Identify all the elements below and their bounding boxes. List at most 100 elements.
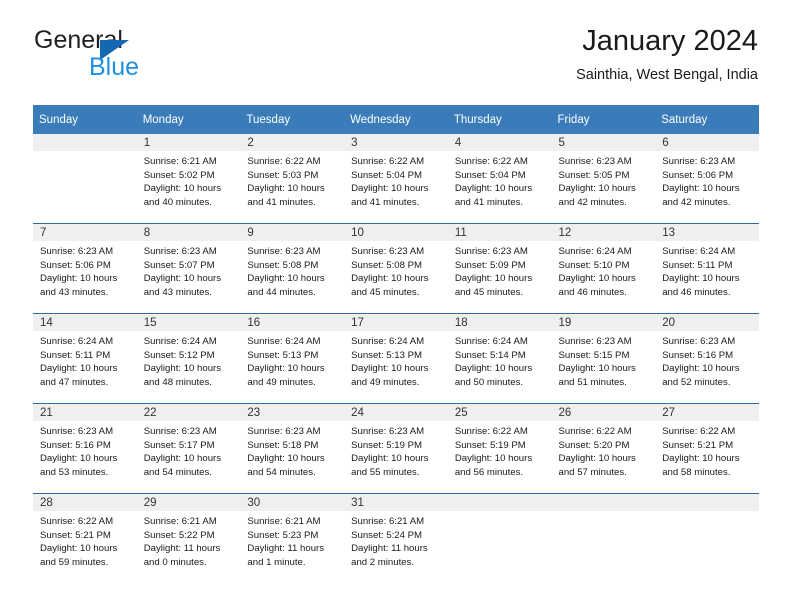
day-number: 4: [447, 134, 552, 151]
day-detail-line: Daylight: 10 hours: [662, 183, 740, 195]
calendar-day-cell[interactable]: 20 Sunrise: 6:23 AM Sunset: 5:16 PM Dayligh…: [655, 313, 759, 404]
calendar-day-cell[interactable]: 6 Sunrise: 6:23 AM Sunset: 5:06 PM Daylight…: [655, 134, 759, 224]
day-detail-line: Sunrise: 6:22 AM: [247, 156, 321, 167]
day-detail-line: and 54 minutes.: [143, 466, 212, 478]
day-detail-line: Daylight: 10 hours: [247, 363, 325, 375]
calendar-day-cell[interactable]: 23 Sunrise: 6:23 AM Sunset: 5:18 PM Dayligh…: [240, 403, 345, 494]
day-details: Sunrise: 6:23 AM Sunset: 5:17 PM Daylight:…: [137, 421, 241, 479]
calendar-day-cell[interactable]: 3 Sunrise: 6:22 AM Sunset: 5:04 PM Daylight…: [344, 134, 448, 224]
day-number: 3: [344, 134, 448, 151]
calendar-day-cell[interactable]: 14 Sunrise: 6:24 AM Sunset: 5:11 PM Dayligh…: [33, 313, 137, 404]
day-detail-line: Sunset: 5:13 PM: [351, 349, 423, 361]
calendar-day-cell[interactable]: 21 Sunrise: 6:23 AM Sunset: 5:16 PM Dayligh…: [33, 403, 137, 494]
calendar-empty-cell: [655, 493, 759, 583]
calendar-day-cell[interactable]: 1 Sunrise: 6:21 AM Sunset: 5:02 PM Daylight…: [136, 134, 241, 224]
day-detail-line: Sunset: 5:06 PM: [662, 169, 734, 181]
day-detail-line: and 0 minutes.: [143, 556, 207, 568]
calendar-day-cell[interactable]: 16 Sunrise: 6:24 AM Sunset: 5:13 PM Dayligh…: [240, 313, 345, 404]
weekday-header-sunday: Sunday: [33, 105, 137, 134]
day-detail-line: and 57 minutes.: [558, 466, 627, 478]
weekday-header-friday: Friday: [551, 105, 656, 134]
day-details: Sunrise: 6:24 AM Sunset: 5:13 PM Daylight:…: [344, 331, 448, 389]
calendar-day-cell[interactable]: 8 Sunrise: 6:23 AM Sunset: 5:07 PM Daylight…: [136, 223, 241, 314]
day-number: 10: [344, 224, 448, 241]
calendar-day-cell[interactable]: 22 Sunrise: 6:23 AM Sunset: 5:17 PM Dayligh…: [136, 403, 241, 494]
calendar-day-cell[interactable]: 26 Sunrise: 6:22 AM Sunset: 5:20 PM Dayligh…: [551, 403, 656, 494]
day-detail-line: Daylight: 10 hours: [454, 453, 533, 465]
calendar-day-cell[interactable]: 11 Sunrise: 6:23 AM Sunset: 5:09 PM Dayligh…: [447, 223, 552, 314]
calendar-day-cell[interactable]: 30 Sunrise: 6:21 AM Sunset: 5:23 PM Dayligh…: [240, 493, 345, 583]
day-detail-line: Sunset: 5:19 PM: [351, 439, 423, 451]
day-details: Sunrise: 6:23 AM Sunset: 5:05 PM Daylight:…: [552, 151, 656, 209]
day-detail-line: Sunset: 5:08 PM: [351, 259, 423, 271]
day-detail-line: Sunrise: 6:24 AM: [143, 336, 217, 347]
calendar-day-cell[interactable]: 24 Sunrise: 6:23 AM Sunset: 5:19 PM Dayligh…: [344, 403, 448, 494]
day-cell-body: [551, 494, 656, 583]
day-detail-line: Daylight: 10 hours: [454, 273, 533, 285]
day-detail-line: Daylight: 10 hours: [247, 453, 325, 465]
day-detail-line: Sunrise: 6:24 AM: [40, 336, 114, 347]
day-details: [33, 151, 137, 155]
day-detail-line: and 41 minutes.: [454, 196, 524, 208]
day-detail-line: Daylight: 10 hours: [143, 273, 222, 285]
day-detail-line: Sunrise: 6:23 AM: [143, 246, 217, 257]
calendar-day-cell[interactable]: 25 Sunrise: 6:22 AM Sunset: 5:19 PM Dayligh…: [447, 403, 552, 494]
day-detail-line: Sunrise: 6:21 AM: [143, 156, 217, 167]
calendar-day-cell[interactable]: 7 Sunrise: 6:23 AM Sunset: 5:06 PM Daylight…: [33, 223, 137, 314]
day-details: Sunrise: 6:21 AM Sunset: 5:24 PM Daylight:…: [344, 511, 448, 569]
day-cell-body: 18 Sunrise: 6:24 AM Sunset: 5:14 PM Dayligh…: [447, 314, 552, 403]
day-detail-line: and 49 minutes.: [247, 376, 316, 388]
calendar-day-cell[interactable]: 2 Sunrise: 6:22 AM Sunset: 5:03 PM Daylight…: [240, 134, 345, 224]
calendar-day-cell[interactable]: 9 Sunrise: 6:23 AM Sunset: 5:08 PM Daylight…: [240, 223, 345, 314]
day-details: Sunrise: 6:23 AM Sunset: 5:09 PM Daylight:…: [448, 241, 552, 299]
day-detail-line: Daylight: 10 hours: [40, 453, 118, 465]
general-blue-logo[interactable]: General Blue: [34, 26, 264, 88]
calendar-day-cell[interactable]: 4 Sunrise: 6:22 AM Sunset: 5:04 PM Daylight…: [447, 134, 552, 224]
day-detail-line: Sunset: 5:21 PM: [40, 529, 111, 541]
day-detail-line: Sunrise: 6:23 AM: [662, 156, 736, 167]
day-detail-line: Sunset: 5:17 PM: [143, 439, 215, 451]
calendar-empty-cell: [33, 134, 137, 224]
day-detail-line: Sunrise: 6:21 AM: [351, 516, 425, 527]
calendar-day-cell[interactable]: 15 Sunrise: 6:24 AM Sunset: 5:12 PM Dayligh…: [136, 313, 241, 404]
calendar-week-row: 21 Sunrise: 6:23 AM Sunset: 5:16 PM Dayligh…: [33, 403, 759, 494]
day-cell-body: 17 Sunrise: 6:24 AM Sunset: 5:13 PM Dayligh…: [344, 314, 448, 403]
day-cell-body: 29 Sunrise: 6:21 AM Sunset: 5:22 PM Dayligh…: [136, 494, 241, 583]
calendar-day-cell[interactable]: 17 Sunrise: 6:24 AM Sunset: 5:13 PM Dayligh…: [344, 313, 448, 404]
day-details: Sunrise: 6:21 AM Sunset: 5:22 PM Daylight:…: [137, 511, 241, 569]
day-detail-line: Sunset: 5:10 PM: [558, 259, 630, 271]
day-cell-body: [33, 134, 137, 223]
day-detail-line: and 48 minutes.: [143, 376, 212, 388]
calendar-week-row: 28 Sunrise: 6:22 AM Sunset: 5:21 PM Dayligh…: [33, 493, 759, 583]
day-detail-line: Sunset: 5:15 PM: [558, 349, 630, 361]
calendar-day-cell[interactable]: 27 Sunrise: 6:22 AM Sunset: 5:21 PM Dayligh…: [655, 403, 759, 494]
day-detail-line: Sunrise: 6:24 AM: [662, 246, 736, 257]
day-cell-body: 10 Sunrise: 6:23 AM Sunset: 5:08 PM Dayligh…: [344, 224, 448, 313]
calendar-day-cell[interactable]: 13 Sunrise: 6:24 AM Sunset: 5:11 PM Dayligh…: [655, 223, 759, 314]
day-cell-body: 3 Sunrise: 6:22 AM Sunset: 5:04 PM Daylight…: [344, 134, 448, 223]
calendar-day-cell[interactable]: 18 Sunrise: 6:24 AM Sunset: 5:14 PM Dayligh…: [447, 313, 552, 404]
day-detail-line: Sunset: 5:05 PM: [558, 169, 630, 181]
calendar-day-cell[interactable]: 31 Sunrise: 6:21 AM Sunset: 5:24 PM Dayligh…: [344, 493, 448, 583]
calendar-day-cell[interactable]: 12 Sunrise: 6:24 AM Sunset: 5:10 PM Dayligh…: [551, 223, 656, 314]
day-details: Sunrise: 6:21 AM Sunset: 5:02 PM Daylight:…: [137, 151, 241, 209]
day-detail-line: Sunset: 5:09 PM: [454, 259, 526, 271]
day-detail-line: and 53 minutes.: [40, 466, 109, 478]
calendar-day-cell[interactable]: 28 Sunrise: 6:22 AM Sunset: 5:21 PM Dayligh…: [33, 493, 137, 583]
day-detail-line: Sunrise: 6:21 AM: [247, 516, 321, 527]
calendar-week-row: 1 Sunrise: 6:21 AM Sunset: 5:02 PM Daylight…: [33, 134, 759, 224]
day-details: Sunrise: 6:23 AM Sunset: 5:18 PM Daylight:…: [240, 421, 344, 479]
calendar-day-cell[interactable]: 29 Sunrise: 6:21 AM Sunset: 5:22 PM Dayligh…: [136, 493, 241, 583]
calendar-empty-cell: [447, 493, 552, 583]
day-number: 23: [240, 404, 345, 421]
calendar-day-cell[interactable]: 10 Sunrise: 6:23 AM Sunset: 5:08 PM Dayligh…: [344, 223, 448, 314]
day-details: [552, 511, 656, 515]
day-number: [551, 494, 656, 511]
calendar-day-cell[interactable]: 19 Sunrise: 6:23 AM Sunset: 5:15 PM Dayligh…: [551, 313, 656, 404]
day-detail-line: and 54 minutes.: [247, 466, 316, 478]
day-detail-line: Daylight: 10 hours: [143, 363, 222, 375]
day-number: 13: [655, 224, 759, 241]
day-detail-line: Sunset: 5:21 PM: [662, 439, 734, 451]
calendar-day-cell[interactable]: 5 Sunrise: 6:23 AM Sunset: 5:05 PM Daylight…: [551, 134, 656, 224]
day-detail-line: Daylight: 11 hours: [247, 543, 325, 555]
